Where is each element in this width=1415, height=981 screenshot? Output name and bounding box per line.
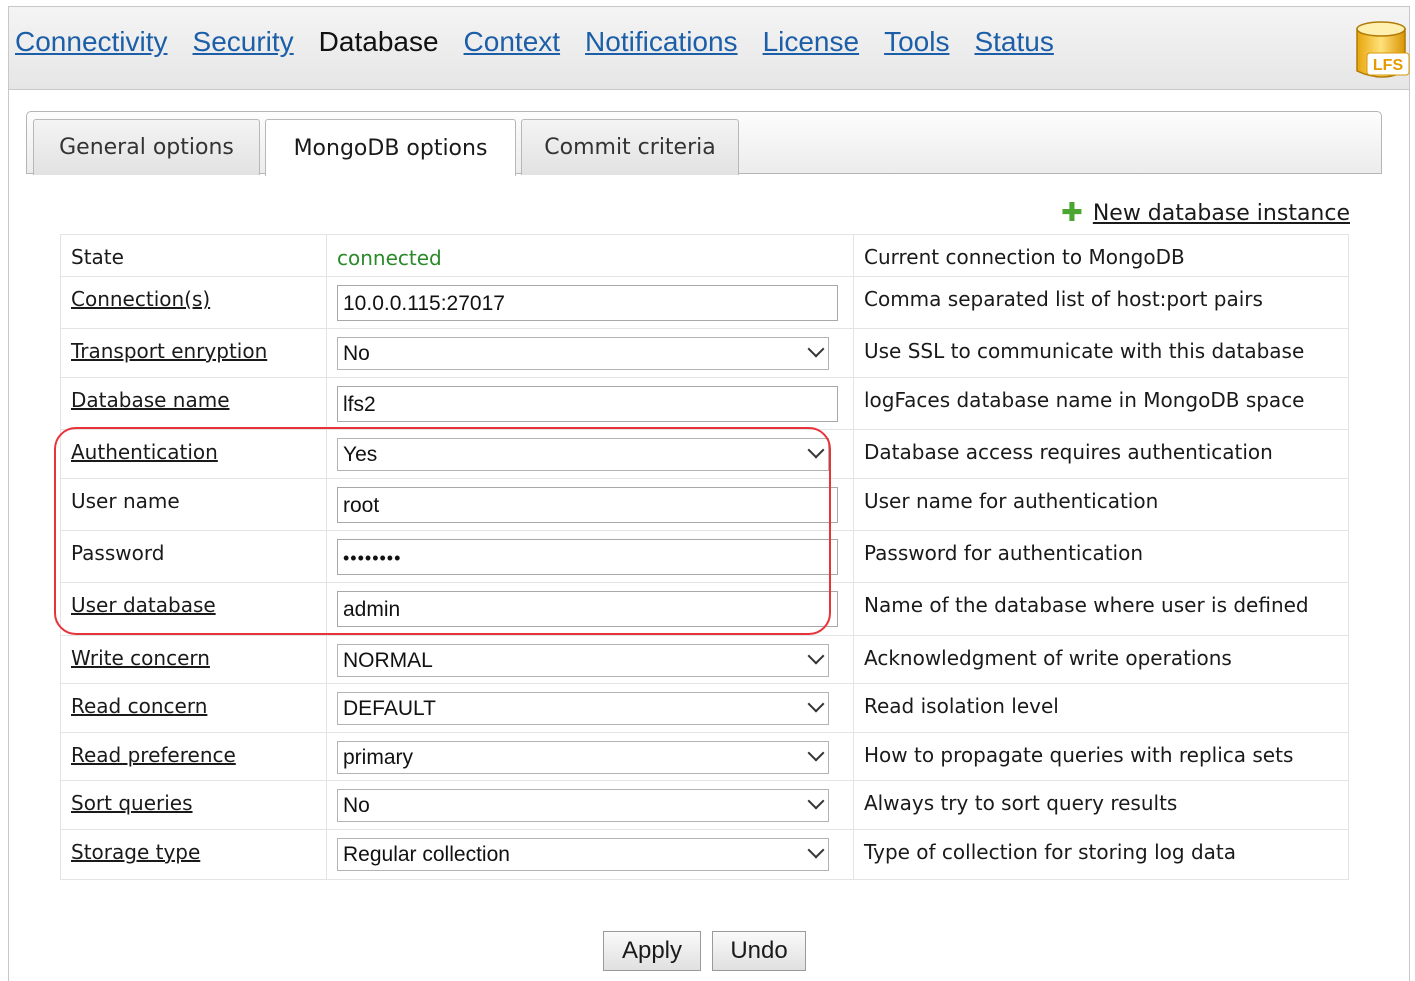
row-desc: logFaces database name in MongoDB space	[864, 388, 1305, 412]
apply-button[interactable]: Apply	[603, 931, 701, 971]
chevron-down-icon	[807, 744, 825, 762]
tab-commit-criteria[interactable]: Commit criteria	[521, 119, 739, 175]
svg-text:LFS: LFS	[1373, 57, 1404, 74]
row-label-user-database[interactable]: User database	[71, 593, 216, 617]
row-desc: Name of the database where user is defin…	[864, 593, 1309, 617]
new-database-instance: ✚ New database instance	[1061, 200, 1350, 226]
row-desc: Current connection to MongoDB	[864, 245, 1185, 269]
table-row: Authentication Yes Database access requi…	[60, 429, 1349, 479]
row-desc: Acknowledgment of write operations	[864, 646, 1232, 670]
table-row: User database admin Name of the database…	[60, 582, 1349, 636]
row-label-authentication[interactable]: Authentication	[71, 440, 218, 464]
chevron-down-icon	[807, 695, 825, 713]
chevron-down-icon	[807, 647, 825, 665]
table-row: Write concern NORMAL Acknowledgment of w…	[60, 635, 1349, 684]
transport-encryption-select[interactable]: No	[337, 337, 829, 370]
sort-queries-select[interactable]: No	[337, 789, 829, 822]
row-label-read-preference[interactable]: Read preference	[71, 743, 236, 767]
table-row: Connection(s) 10.0.0.115:27017 Comma sep…	[60, 276, 1349, 329]
top-navigation-bar: Connectivity Security Database Context N…	[9, 7, 1410, 90]
table-row: Read preference primary How to propagate…	[60, 732, 1349, 781]
select-value: No	[343, 342, 370, 365]
row-desc: Use SSL to communicate with this databas…	[864, 339, 1305, 363]
row-desc: How to propagate queries with replica se…	[864, 743, 1294, 767]
state-value: connected	[337, 246, 442, 270]
row-desc: Database access requires authentication	[864, 440, 1273, 464]
options-tab-bar: General options MongoDB options Commit c…	[26, 111, 1382, 176]
nav-context[interactable]: Context	[464, 26, 561, 58]
table-row: State connected Current connection to Mo…	[60, 234, 1349, 277]
user-name-input[interactable]: root	[337, 487, 838, 523]
row-label-password: Password	[71, 541, 165, 565]
select-value: primary	[343, 746, 414, 769]
password-input[interactable]: ••••••••	[337, 539, 838, 575]
row-label-connections[interactable]: Connection(s)	[71, 287, 210, 311]
row-desc: Always try to sort query results	[864, 791, 1178, 815]
row-label-state: State	[71, 245, 124, 269]
nav-security[interactable]: Security	[193, 26, 294, 58]
tab-general-options[interactable]: General options	[33, 119, 260, 175]
row-desc: User name for authentication	[864, 489, 1159, 513]
nav-tools[interactable]: Tools	[884, 26, 949, 58]
table-row: Sort queries No Always try to sort query…	[60, 780, 1349, 830]
database-name-input[interactable]: lfs2	[337, 386, 838, 422]
nav-status[interactable]: Status	[974, 26, 1053, 58]
table-row: User name root User name for authenticat…	[60, 478, 1349, 531]
write-concern-select[interactable]: NORMAL	[337, 644, 829, 677]
nav-license[interactable]: License	[763, 26, 860, 58]
chevron-down-icon	[807, 792, 825, 810]
chevron-down-icon	[807, 841, 825, 859]
lfs-database-logo-icon: LFS	[1356, 21, 1410, 78]
chevron-down-icon	[807, 441, 825, 459]
row-label-sort-queries[interactable]: Sort queries	[71, 791, 193, 815]
table-row: Storage type Regular collection Type of …	[60, 829, 1349, 880]
table-row: Transport enryption No Use SSL to commun…	[60, 328, 1349, 378]
row-desc: Comma separated list of host:port pairs	[864, 287, 1263, 311]
storage-type-select[interactable]: Regular collection	[337, 838, 829, 871]
user-database-input[interactable]: admin	[337, 591, 838, 627]
mongodb-options-table: State connected Current connection to Mo…	[60, 234, 1349, 880]
undo-button[interactable]: Undo	[712, 931, 806, 971]
select-value: Regular collection	[343, 843, 510, 866]
row-desc: Read isolation level	[864, 694, 1059, 718]
tab-mongodb-options[interactable]: MongoDB options	[265, 119, 516, 176]
nav-connectivity[interactable]: Connectivity	[15, 26, 168, 58]
select-value: Yes	[343, 443, 378, 466]
row-label-read-concern[interactable]: Read concern	[71, 694, 207, 718]
read-concern-select[interactable]: DEFAULT	[337, 692, 829, 725]
table-row: Database name lfs2 logFaces database nam…	[60, 377, 1349, 430]
nav-database: Database	[318, 26, 439, 57]
chevron-down-icon	[807, 340, 825, 358]
row-label-storage-type[interactable]: Storage type	[71, 840, 200, 864]
top-nav: Connectivity Security Database Context N…	[15, 26, 1079, 58]
select-value: NORMAL	[343, 649, 433, 672]
select-value: DEFAULT	[343, 697, 436, 720]
connections-input[interactable]: 10.0.0.115:27017	[337, 285, 838, 321]
add-icon: ✚	[1061, 198, 1083, 228]
nav-notifications[interactable]: Notifications	[585, 26, 738, 58]
table-row: Read concern DEFAULT Read isolation leve…	[60, 683, 1349, 733]
row-label-transport-encryption[interactable]: Transport enryption	[71, 339, 267, 363]
row-label-user-name: User name	[71, 489, 180, 513]
row-label-database-name[interactable]: Database name	[71, 388, 230, 412]
select-value: No	[343, 794, 370, 817]
row-label-write-concern[interactable]: Write concern	[71, 646, 210, 670]
read-preference-select[interactable]: primary	[337, 741, 829, 774]
table-row: Password •••••••• Password for authentic…	[60, 530, 1349, 583]
authentication-select[interactable]: Yes	[337, 438, 829, 471]
row-desc: Type of collection for storing log data	[864, 840, 1237, 864]
row-desc: Password for authentication	[864, 541, 1144, 565]
new-database-instance-link[interactable]: New database instance	[1093, 201, 1350, 226]
